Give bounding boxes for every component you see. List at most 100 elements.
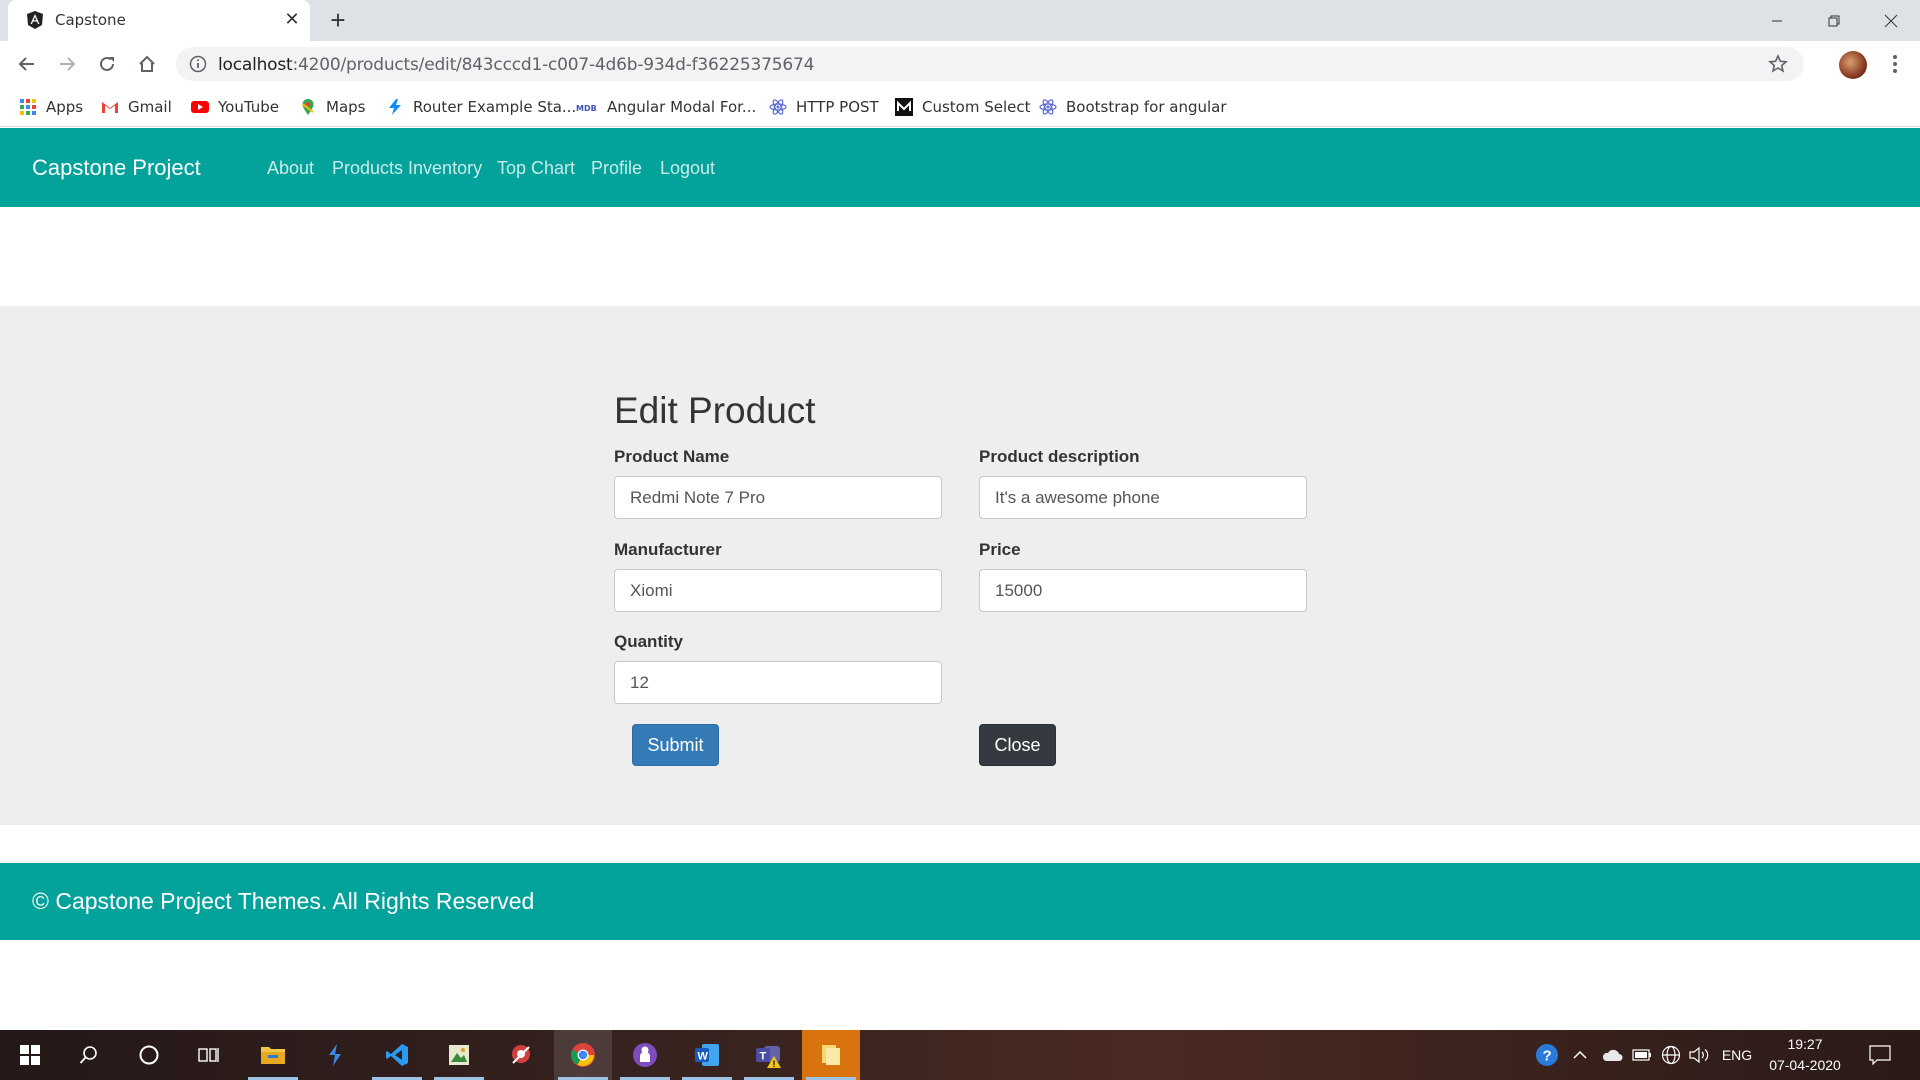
medium-icon xyxy=(895,98,913,116)
minimize-icon[interactable] xyxy=(1748,0,1806,41)
app-footer: © Capstone Project Themes. All Rights Re… xyxy=(0,863,1920,940)
bookmark-label: Maps xyxy=(326,98,366,116)
forward-arrow-icon[interactable] xyxy=(53,50,81,78)
apps-grid-icon xyxy=(20,99,36,115)
bookmark-angular-modal[interactable]: MDB Angular Modal For... xyxy=(576,95,756,119)
svg-text:!: ! xyxy=(773,1059,776,1068)
product-name-label: Product Name xyxy=(614,447,730,466)
bookmark-label: Angular Modal For... xyxy=(607,98,757,116)
close-window-icon[interactable] xyxy=(1862,0,1920,41)
info-icon[interactable] xyxy=(189,55,207,73)
page-title: Edit Product xyxy=(614,390,816,431)
notifications-icon[interactable] xyxy=(1866,1045,1894,1065)
close-tab-icon[interactable]: ✕ xyxy=(280,7,304,31)
help-icon[interactable]: ? xyxy=(1534,1044,1560,1066)
bookmarks-bar: Apps Gmail YouTube Maps Router Example S… xyxy=(0,87,1920,127)
bookmark-custom-select[interactable]: Custom Select xyxy=(895,95,1031,119)
bookmark-label: Apps xyxy=(46,98,84,116)
bookmark-star-icon[interactable] xyxy=(1768,54,1788,74)
svg-text:MDB: MDB xyxy=(576,104,597,113)
stackblitz-icon xyxy=(389,99,401,115)
bookmark-youtube[interactable]: YouTube xyxy=(191,95,279,119)
battery-icon xyxy=(1630,1045,1654,1065)
bookmark-maps[interactable]: Maps xyxy=(299,95,365,119)
file-explorer-icon[interactable] xyxy=(244,1030,302,1080)
bookmark-gmail[interactable]: Gmail xyxy=(101,95,172,119)
clock-date: 07-04-2020 xyxy=(1769,1057,1841,1073)
product-description-input[interactable] xyxy=(979,476,1307,519)
footer-copyright: © Capstone Project Themes. All Rights Re… xyxy=(32,888,535,914)
edit-product-section: Edit Product Product Name Product descri… xyxy=(0,306,1920,825)
input-language[interactable]: ENG xyxy=(1717,1045,1757,1065)
angular-icon xyxy=(27,11,43,29)
browser-menu-icon[interactable] xyxy=(1883,50,1907,78)
product-name-input[interactable] xyxy=(614,476,942,519)
nav-top-chart[interactable]: Top Chart xyxy=(497,158,575,179)
nav-about[interactable]: About xyxy=(267,158,314,179)
volume-icon[interactable] xyxy=(1688,1045,1712,1065)
windows-taskbar: W T! ? ENG 19:27 07-04-2020 xyxy=(0,1030,1920,1080)
image-viewer-icon[interactable] xyxy=(430,1030,488,1080)
bookmark-label: YouTube xyxy=(218,98,279,116)
sticky-files-icon[interactable] xyxy=(802,1030,860,1080)
maps-icon xyxy=(301,99,314,115)
search-icon[interactable] xyxy=(60,1030,118,1080)
browser-tab[interactable]: Capstone ✕ xyxy=(8,0,310,41)
vscode-icon[interactable] xyxy=(368,1030,426,1080)
word-icon[interactable]: W xyxy=(678,1030,736,1080)
reload-icon[interactable] xyxy=(93,50,121,78)
chevron-up-icon[interactable] xyxy=(1570,1045,1590,1065)
address-bar[interactable]: localhost:4200/products/edit/843cccd1-c0… xyxy=(176,47,1804,81)
visual-studio-icon[interactable] xyxy=(306,1030,364,1080)
onedrive-icon[interactable] xyxy=(1600,1045,1624,1065)
back-arrow-icon[interactable] xyxy=(13,50,41,78)
nav-profile[interactable]: Profile xyxy=(591,158,642,179)
svg-text:?: ? xyxy=(1543,1048,1552,1065)
restore-icon[interactable] xyxy=(1805,0,1863,41)
gmail-icon xyxy=(102,102,118,113)
new-tab-icon[interactable]: + xyxy=(324,6,352,34)
mdb-icon: MDB xyxy=(576,104,597,113)
teams-icon[interactable]: T! xyxy=(740,1030,798,1080)
tab-title: Capstone xyxy=(55,11,126,29)
nav-logout[interactable]: Logout xyxy=(660,158,715,179)
bookmark-label: HTTP POST xyxy=(796,98,879,116)
app-navbar: Capstone Project About Products Inventor… xyxy=(0,128,1920,207)
brand-link[interactable]: Capstone Project xyxy=(32,155,201,181)
network-globe-icon[interactable] xyxy=(1659,1045,1683,1065)
cortana-icon[interactable] xyxy=(120,1030,178,1080)
price-label: Price xyxy=(979,540,1021,559)
svg-text:T: T xyxy=(760,1051,767,1063)
profile-avatar[interactable] xyxy=(1839,51,1867,79)
react-icon xyxy=(1039,99,1057,115)
bookmark-label: Gmail xyxy=(128,98,172,116)
product-description-label: Product description xyxy=(979,447,1140,466)
system-clock[interactable]: 19:27 07-04-2020 xyxy=(1762,1034,1848,1076)
quantity-input[interactable] xyxy=(614,661,942,704)
clock-time: 19:27 xyxy=(1787,1036,1823,1052)
github-desktop-icon[interactable] xyxy=(616,1030,674,1080)
svg-text:W: W xyxy=(698,1051,709,1063)
bookmark-apps[interactable]: Apps xyxy=(19,95,83,119)
browser-tabstrip: Capstone ✕ + xyxy=(0,0,1920,41)
home-icon[interactable] xyxy=(133,50,161,78)
url-text: localhost:4200/products/edit/843cccd1-c0… xyxy=(218,55,815,75)
chrome-icon[interactable] xyxy=(554,1030,612,1080)
nav-products-inventory[interactable]: Products Inventory xyxy=(332,158,482,179)
youtube-icon xyxy=(191,101,209,113)
snip-tool-icon[interactable] xyxy=(492,1030,550,1080)
bookmark-label: Custom Select xyxy=(922,98,1031,116)
browser-toolbar: localhost:4200/products/edit/843cccd1-c0… xyxy=(0,41,1920,87)
bookmark-label: Router Example Sta... xyxy=(413,98,577,116)
quantity-label: Quantity xyxy=(614,632,683,651)
price-input[interactable] xyxy=(979,569,1307,612)
bookmark-http-post[interactable]: HTTP POST xyxy=(769,95,879,119)
submit-button[interactable]: Submit xyxy=(632,724,719,766)
manufacturer-input[interactable] xyxy=(614,569,942,612)
close-button[interactable]: Close xyxy=(979,724,1056,766)
bookmark-bootstrap-angular[interactable]: Bootstrap for angular xyxy=(1039,95,1227,119)
bookmark-router-example[interactable]: Router Example Sta... xyxy=(386,95,576,119)
react-icon xyxy=(769,99,787,115)
task-view-icon[interactable] xyxy=(180,1030,238,1080)
windows-start-icon[interactable] xyxy=(1,1030,59,1080)
